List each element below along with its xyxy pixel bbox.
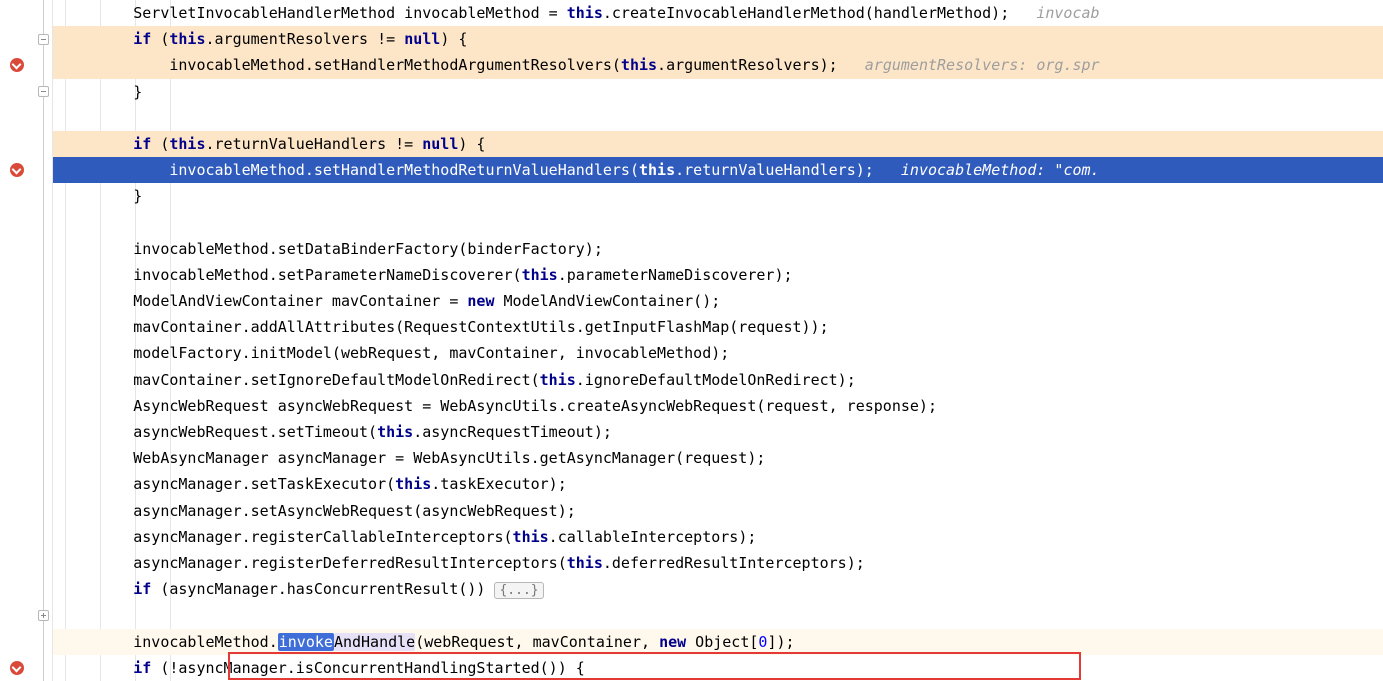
code-line[interactable]: } (53, 183, 1383, 209)
keyword-token: if (133, 30, 151, 48)
inline-hint: invocab (1036, 4, 1099, 22)
code-line[interactable]: ModelAndViewContainer mavContainer = new… (53, 288, 1383, 314)
keyword-token: this (169, 30, 205, 48)
keyword-token: null (422, 135, 458, 153)
code-line[interactable] (53, 210, 1383, 236)
number-token: 0 (758, 633, 767, 651)
selected-word: invoke (278, 633, 334, 651)
code-line[interactable]: if (asyncManager.hasConcurrentResult()) … (53, 576, 1383, 602)
fold-guide-line (43, 0, 44, 681)
code-line[interactable]: invocableMethod.invokeAndHandle(webReque… (53, 629, 1383, 655)
keyword-token: null (404, 30, 440, 48)
keyword-token: this (169, 135, 205, 153)
keyword-token: new (659, 633, 686, 651)
fold-collapse-icon[interactable] (38, 34, 49, 45)
keyword-token: this (522, 266, 558, 284)
code-line[interactable]: invocableMethod.setHandlerMethodReturnVa… (53, 157, 1383, 183)
keyword-token: if (133, 580, 151, 598)
fold-collapse-icon[interactable] (38, 86, 49, 97)
code-line[interactable] (53, 602, 1383, 628)
code-line[interactable]: modelFactory.initModel(webRequest, mavCo… (53, 340, 1383, 366)
inline-hint: invocableMethod: "com. (901, 161, 1100, 179)
code-line[interactable]: invocableMethod.setHandlerMethodArgument… (53, 52, 1383, 78)
inline-hint: argumentResolvers: org.spr (865, 56, 1100, 74)
keyword-token: if (133, 659, 151, 677)
code-line[interactable] (53, 105, 1383, 131)
code-line[interactable]: asyncManager.registerCallableInterceptor… (53, 524, 1383, 550)
keyword-token: this (567, 4, 603, 22)
keyword-token: this (639, 161, 675, 179)
code-line[interactable]: asyncManager.setTaskExecutor(this.taskEx… (53, 471, 1383, 497)
highlighted-identifier: AndHandle (334, 633, 415, 651)
breakpoint-icon[interactable] (10, 163, 24, 177)
code-line[interactable]: if (this.argumentResolvers != null) { (53, 26, 1383, 52)
code-line[interactable]: asyncManager.registerDeferredResultInter… (53, 550, 1383, 576)
breakpoint-gutter[interactable] (0, 0, 35, 681)
keyword-token: if (133, 135, 151, 153)
code-line[interactable]: asyncManager.setAsyncWebRequest(asyncWeb… (53, 498, 1383, 524)
code-line[interactable]: if (!asyncManager.isConcurrentHandlingSt… (53, 655, 1383, 681)
keyword-token: this (567, 554, 603, 572)
breakpoint-icon[interactable] (10, 58, 24, 72)
fold-expand-icon[interactable] (38, 610, 49, 621)
keyword-token: new (467, 292, 494, 310)
keyword-token: this (621, 56, 657, 74)
code-line[interactable]: WebAsyncManager asyncManager = WebAsyncU… (53, 445, 1383, 471)
code-line[interactable]: invocableMethod.setParameterNameDiscover… (53, 262, 1383, 288)
folded-block-marker[interactable]: {...} (494, 582, 543, 599)
code-line[interactable]: } (53, 79, 1383, 105)
code-line[interactable]: AsyncWebRequest asyncWebRequest = WebAsy… (53, 393, 1383, 419)
code-editor[interactable]: ServletInvocableHandlerMethod invocableM… (0, 0, 1383, 681)
code-line[interactable]: asyncWebRequest.setTimeout(this.asyncReq… (53, 419, 1383, 445)
code-line[interactable]: ServletInvocableHandlerMethod invocableM… (53, 0, 1383, 26)
keyword-token: this (513, 528, 549, 546)
keyword-token: this (540, 371, 576, 389)
fold-gutter[interactable] (35, 0, 53, 681)
code-line[interactable]: invocableMethod.setDataBinderFactory(bin… (53, 236, 1383, 262)
code-line[interactable]: mavContainer.addAllAttributes(RequestCon… (53, 314, 1383, 340)
code-line[interactable]: mavContainer.setIgnoreDefaultModelOnRedi… (53, 367, 1383, 393)
code-line[interactable]: if (this.returnValueHandlers != null) { (53, 131, 1383, 157)
breakpoint-icon[interactable] (10, 661, 24, 675)
keyword-token: this (395, 475, 431, 493)
code-area[interactable]: ServletInvocableHandlerMethod invocableM… (53, 0, 1383, 681)
keyword-token: this (377, 423, 413, 441)
